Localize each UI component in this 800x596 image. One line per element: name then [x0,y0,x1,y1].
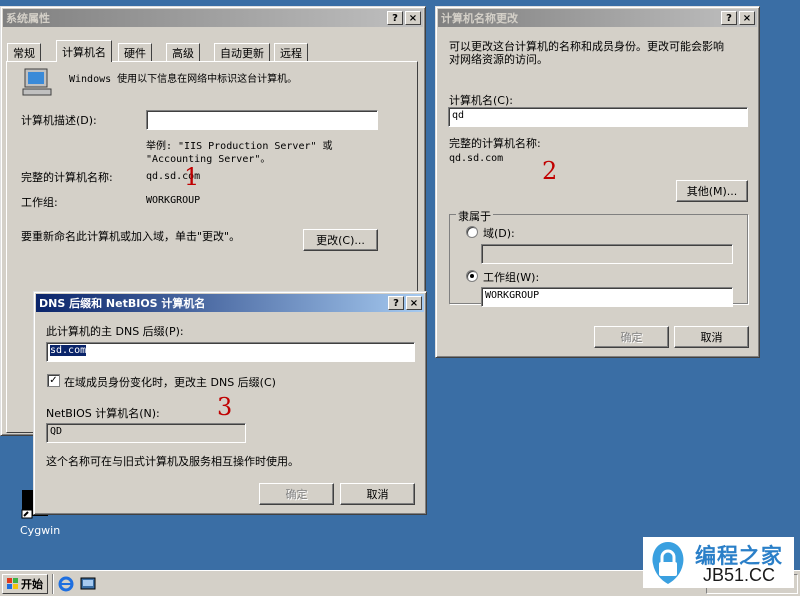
netbios-name-label: NetBIOS 计算机名(N): [46,407,160,420]
domain-radio[interactable] [466,226,478,238]
close-button[interactable]: × [406,296,422,310]
system-properties-titlebar[interactable]: 系统属性 ? × [3,9,423,27]
window-title: DNS 后缀和 NetBIOS 计算机名 [39,297,206,310]
annotation-2: 2 [542,157,558,185]
workgroup-radio[interactable] [466,270,478,282]
close-button[interactable]: × [405,11,421,25]
full-name-value: qd.sd.com [449,153,504,164]
primary-dns-suffix-label: 此计算机的主 DNS 后缀(P): [46,325,184,338]
full-name-label: 完整的计算机名称: [449,137,541,150]
example-text-2: "Accounting Server"。 [146,154,271,165]
close-button[interactable]: × [739,11,755,25]
intro-line-2: 对网络资源的访问。 [449,53,548,66]
compatibility-note: 这个名称可在与旧式计算机及服务相互操作时使用。 [46,455,299,468]
annotation-1: 1 [184,163,200,191]
intro-text: Windows 使用以下信息在网络中标识这台计算机。 [69,74,298,85]
annotation-3: 3 [217,393,233,421]
quick-launch-divider [52,574,54,594]
tab-auto-update[interactable]: 自动更新 [214,43,270,61]
ok-button[interactable]: 确定 [259,483,334,505]
start-label: 开始 [21,578,43,591]
start-button[interactable]: 开始 [2,574,48,594]
primary-dns-suffix-input[interactable]: sd.com [46,342,415,362]
lock-logo [652,542,684,584]
window-title: 系统属性 [6,12,50,25]
netbios-name-field[interactable]: QD [46,423,246,443]
dns-suffix-dialog: DNS 后缀和 NetBIOS 计算机名 ? × 此计算机的主 DNS 后缀(P… [33,291,427,515]
tab-hardware[interactable]: 硬件 [118,43,152,61]
show-desktop-icon[interactable] [80,576,96,592]
tab-remote[interactable]: 远程 [274,43,308,61]
member-of-label: 隶属于 [456,208,493,224]
other-button[interactable]: 其他(M)... [676,180,748,202]
tab-general[interactable]: 常规 [7,43,41,61]
help-button[interactable]: ? [387,11,403,25]
change-dns-suffix-checkbox[interactable]: ✓ [47,374,60,387]
change-button[interactable]: 更改(C)... [303,229,378,251]
ok-button[interactable]: 确定 [594,326,669,348]
computer-name-label: 计算机名(C): [449,94,513,107]
workgroup-input[interactable]: WORKGROUP [481,287,733,307]
cancel-button[interactable]: 取消 [674,326,749,348]
workgroup-label: 工作组: [21,196,58,209]
selected-text: sd.com [50,345,87,356]
window-title: 计算机名称更改 [441,12,518,25]
name-change-titlebar[interactable]: 计算机名称更改 ? × [438,9,757,27]
computer-description-label: 计算机描述(D): [21,114,97,127]
full-name-label: 完整的计算机名称: [21,171,113,184]
domain-input[interactable] [481,244,733,264]
internet-explorer-icon[interactable] [58,576,74,592]
cygwin-label: Cygwin [20,524,61,537]
rename-instruction: 要重新命名此计算机或加入域，单击"更改"。 [21,230,241,243]
dns-dialog-titlebar[interactable]: DNS 后缀和 NetBIOS 计算机名 ? × [36,294,424,312]
workgroup-label: 工作组(W): [483,271,540,284]
computer-name-input[interactable]: qd [448,107,748,127]
computer-description-input[interactable] [146,110,378,130]
windows-logo-icon [7,578,18,589]
workgroup-value: WORKGROUP [146,195,201,206]
tab-advanced[interactable]: 高级 [166,43,200,61]
computer-icon [22,68,52,96]
tab-computer-name[interactable]: 计算机名 [56,40,112,62]
cancel-button[interactable]: 取消 [340,483,415,505]
watermark-line-2: JB51.CC [703,565,776,585]
help-button[interactable]: ? [721,11,737,25]
help-button[interactable]: ? [388,296,404,310]
domain-label: 域(D): [483,227,515,240]
change-dns-suffix-label: 在域成员身份变化时，更改主 DNS 后缀(C) [64,376,276,389]
jb51-watermark: 编程之家 JB51.CC [643,537,794,588]
computer-name-change-window: 计算机名称更改 ? × 可以更改这台计算机的名称和成员身份。更改可能会影响 对网… [435,6,760,358]
